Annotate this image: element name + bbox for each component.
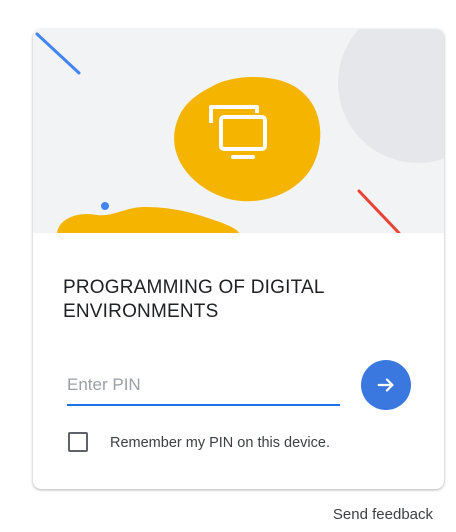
card-illustration (33, 29, 444, 233)
blue-line-shape (35, 32, 81, 75)
class-title: PROGRAMMING OF DIGITAL ENVIRONMENTS (63, 277, 324, 322)
pin-card: PROGRAMMING OF DIGITAL ENVIRONMENTS Reme… (33, 29, 444, 489)
red-line-shape (357, 189, 401, 233)
arrow-right-icon (377, 378, 394, 392)
send-feedback-link[interactable]: Send feedback (333, 506, 433, 524)
illustration-graphic (35, 29, 444, 233)
remember-pin-checkbox[interactable] (68, 432, 88, 452)
pin-field[interactable] (67, 368, 340, 406)
yellow-wave-shape (57, 207, 239, 233)
page: PROGRAMMING OF DIGITAL ENVIRONMENTS Reme… (0, 0, 456, 532)
pin-input[interactable] (67, 368, 340, 402)
blue-dot-shape (101, 202, 109, 210)
submit-pin-button[interactable] (361, 360, 411, 410)
remember-pin-label[interactable]: Remember my PIN on this device. (110, 434, 330, 452)
grey-circle-shape (338, 29, 444, 163)
yellow-blob-shape (174, 76, 321, 202)
